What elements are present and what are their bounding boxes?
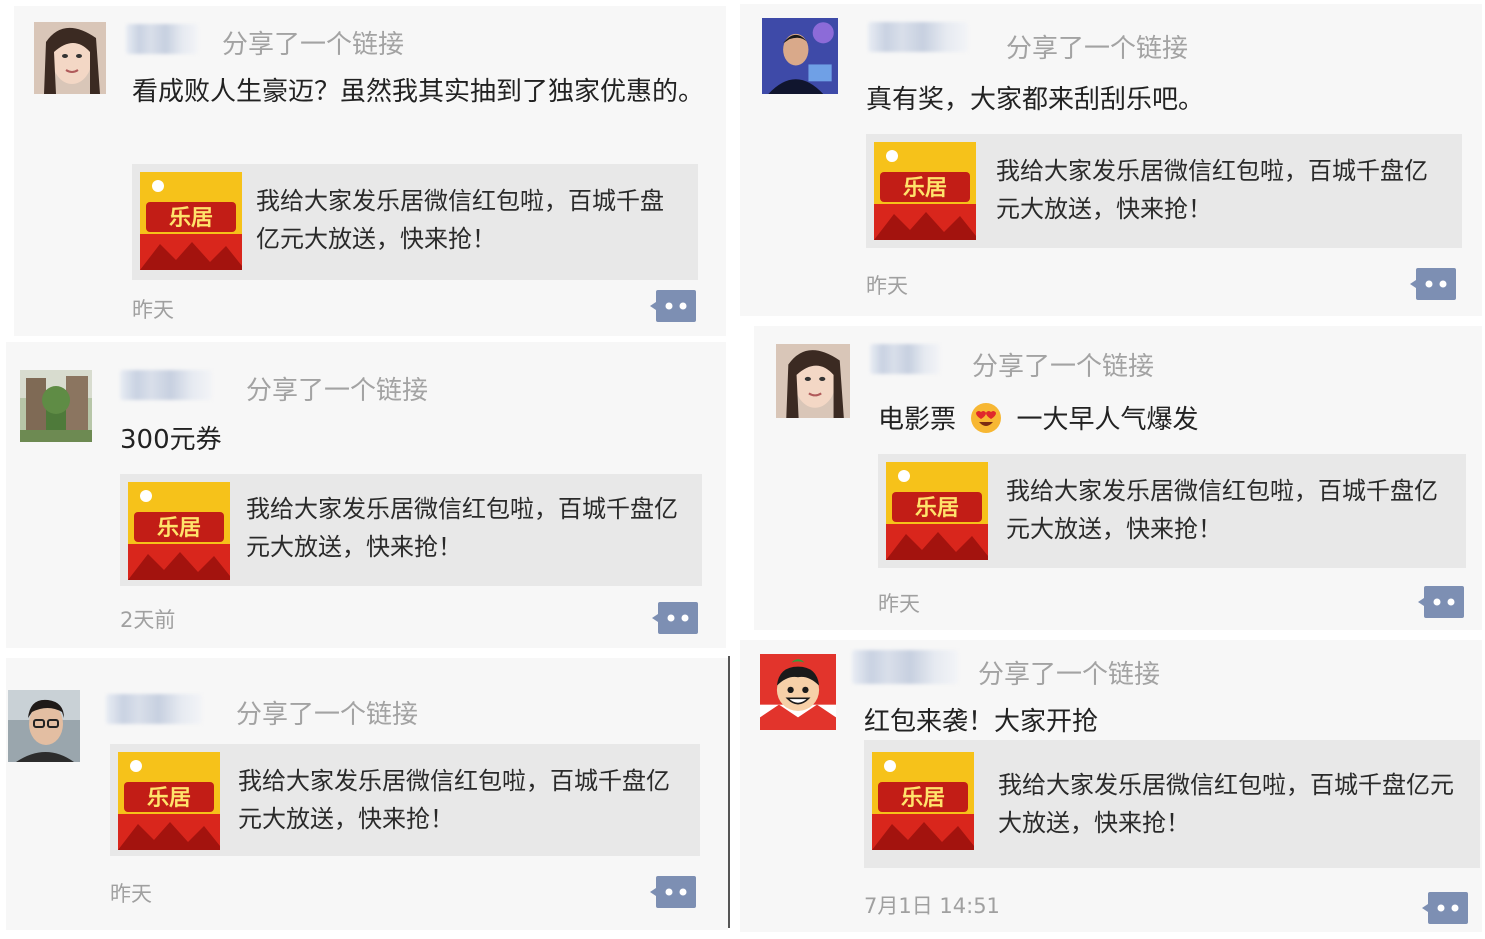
share-label: 分享了一个链接 [978, 660, 1161, 690]
comment-icon[interactable] [1422, 890, 1470, 926]
share-label: 分享了一个链接 [972, 352, 1155, 382]
link-card[interactable]: 乐居 我给大家发乐居微信红包啦，百城千盘亿元大放送，快来抢！ [120, 474, 702, 586]
link-card-text: 我给大家发乐居微信红包啦，百城千盘亿元大放送，快来抢！ [996, 157, 1428, 223]
post-time: 2天前 [120, 608, 176, 632]
blurred-username[interactable] [126, 24, 198, 54]
man-stage-avatar[interactable] [762, 18, 838, 94]
post-text-part: 电影票 [878, 405, 957, 435]
blurred-username[interactable] [868, 22, 968, 52]
comment-icon[interactable] [1418, 584, 1466, 620]
link-card-text: 我给大家发乐居微信红包啦，百城千盘亿元大放送，快来抢！ [1006, 477, 1438, 543]
red-envelope-thumbnail: 乐居 [140, 172, 242, 270]
red-envelope-thumbnail: 乐居 [874, 142, 976, 240]
svg-text:乐居: 乐居 [915, 496, 959, 521]
moment-post: 分享了一个链接 看成败人生豪迈？虽然我其实抽到了独家优惠的。 乐居 我给大家发乐… [14, 6, 726, 336]
woman-selfie-avatar[interactable] [34, 22, 106, 94]
blurred-username[interactable] [120, 370, 212, 400]
comment-icon[interactable] [650, 288, 698, 324]
moment-post: 分享了一个链接 红包来袭！大家开抢 乐居 我给大家发乐居微信红包啦，百城千盘亿元… [740, 640, 1482, 932]
link-card[interactable]: 乐居 我给大家发乐居微信红包啦，百城千盘亿元大放送，快来抢！ [864, 740, 1480, 868]
moments-collage: 分享了一个链接 看成败人生豪迈？虽然我其实抽到了独家优惠的。 乐居 我给大家发乐… [0, 0, 1485, 939]
post-text: 300元券 [120, 425, 222, 455]
blurred-username[interactable] [852, 650, 958, 684]
woman-selfie-avatar[interactable] [776, 344, 850, 418]
blurred-username[interactable] [106, 694, 202, 724]
comment-icon[interactable] [1410, 266, 1458, 302]
svg-text:乐居: 乐居 [901, 786, 945, 811]
share-label: 分享了一个链接 [236, 700, 419, 730]
cartoon-boy-avatar[interactable] [760, 654, 836, 730]
svg-text:乐居: 乐居 [157, 516, 201, 541]
post-text: 看成败人生豪迈？虽然我其实抽到了独家优惠的。 [132, 77, 705, 107]
link-card[interactable]: 乐居 我给大家发乐居微信红包啦，百城千盘亿元大放送，快来抢！ [132, 164, 698, 280]
svg-text:乐居: 乐居 [903, 176, 947, 201]
svg-text:乐居: 乐居 [169, 206, 213, 231]
link-card[interactable]: 乐居 我给大家发乐居微信红包啦，百城千盘亿元大放送，快来抢！ [878, 454, 1466, 568]
comment-icon[interactable] [652, 600, 700, 636]
red-envelope-thumbnail: 乐居 [128, 482, 230, 580]
collage-divider [728, 656, 730, 928]
share-label: 分享了一个链接 [1006, 34, 1189, 64]
red-envelope-thumbnail: 乐居 [118, 752, 220, 850]
link-card-text: 我给大家发乐居微信红包啦，百城千盘亿元大放送，快来抢！ [256, 187, 664, 253]
post-time: 昨天 [110, 882, 152, 906]
post-time: 昨天 [132, 298, 174, 322]
post-time: 昨天 [866, 274, 908, 298]
moment-post: 分享了一个链接 电影票 一大早人气爆发 乐居 我给大家发乐居微信红包啦，百城千盘… [754, 326, 1482, 630]
link-card-text: 我给大家发乐居微信红包啦，百城千盘亿元大放送，快来抢！ [998, 771, 1454, 837]
blurred-username[interactable] [870, 344, 940, 374]
comment-icon[interactable] [650, 874, 698, 910]
svg-text:乐居: 乐居 [147, 786, 191, 811]
link-card-text: 我给大家发乐居微信红包啦，百城千盘亿元大放送，快来抢！ [246, 495, 678, 561]
red-envelope-thumbnail: 乐居 [886, 462, 988, 560]
link-card[interactable]: 乐居 我给大家发乐居微信红包啦，百城千盘亿元大放送，快来抢！ [110, 744, 700, 856]
post-time: 7月1日 14:51 [864, 894, 1000, 918]
red-envelope-thumbnail: 乐居 [872, 752, 974, 850]
share-label: 分享了一个链接 [222, 30, 405, 60]
moment-post: 分享了一个链接 乐居 我给大家发乐居微信红包啦，百城千盘亿元大放送，快来抢！ 昨… [6, 658, 728, 930]
heart-eyes-emoji-icon [970, 402, 1002, 434]
post-text: 红包来袭！大家开抢 [864, 707, 1099, 737]
garden-photo-avatar[interactable] [20, 370, 92, 442]
post-text: 电影票 一大早人气爆发 [878, 400, 1478, 440]
post-text: 真有奖，大家都来刮刮乐吧。 [866, 85, 1205, 115]
moment-post: 分享了一个链接 真有奖，大家都来刮刮乐吧。 乐居 我给大家发乐居微信红包啦，百城… [740, 4, 1482, 316]
link-card-text: 我给大家发乐居微信红包啦，百城千盘亿元大放送，快来抢！ [238, 767, 670, 833]
post-time: 昨天 [878, 592, 920, 616]
share-label: 分享了一个链接 [246, 376, 429, 406]
man-glasses-avatar[interactable] [8, 690, 80, 762]
post-text-part: 一大早人气爆发 [1016, 405, 1199, 435]
link-card[interactable]: 乐居 我给大家发乐居微信红包啦，百城千盘亿元大放送，快来抢！ [866, 134, 1462, 248]
moment-post: 分享了一个链接 300元券 乐居 我给大家发乐居微信红包啦，百城千盘亿元大放送，… [6, 342, 726, 648]
